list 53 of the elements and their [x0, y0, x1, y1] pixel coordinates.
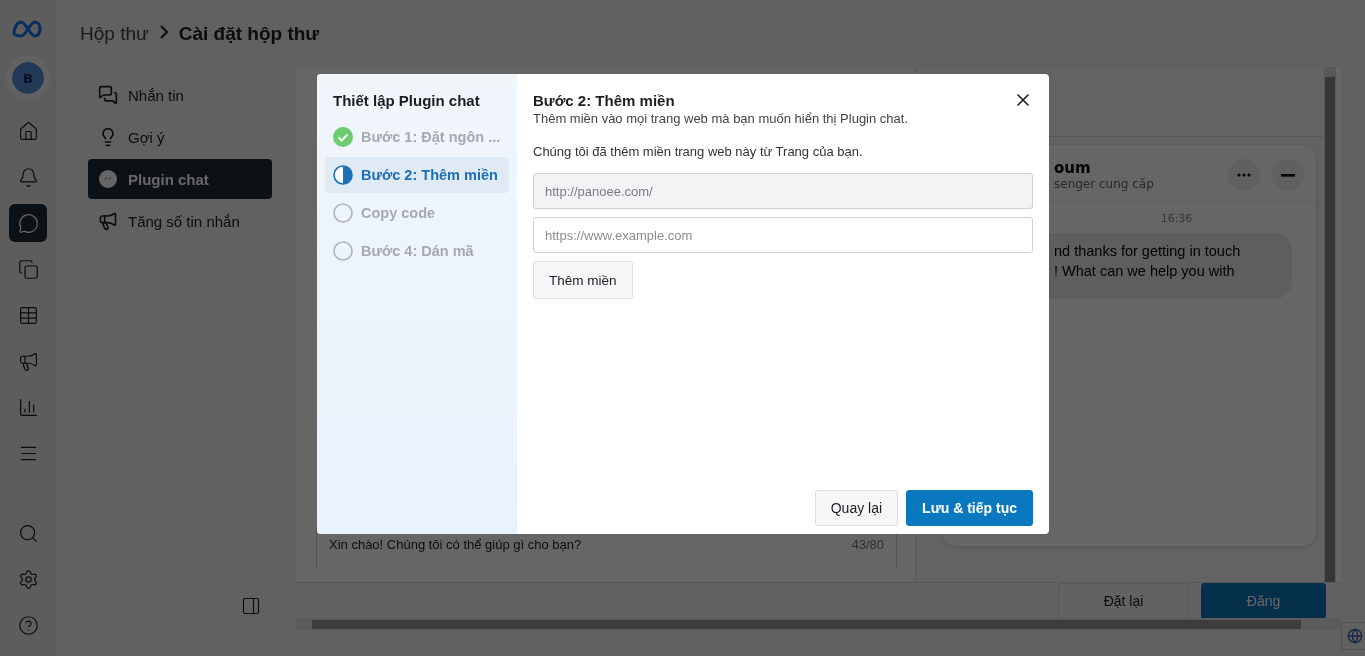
- check-circle-icon: [333, 127, 353, 147]
- publish-button[interactable]: Đăng: [1201, 583, 1326, 619]
- table-icon: [17, 304, 39, 326]
- minus-icon: [1281, 173, 1295, 177]
- chat-title: oum: [1054, 159, 1092, 177]
- chevron-right-icon: [158, 25, 169, 39]
- globe-icon: [1347, 628, 1363, 644]
- more-icon: [1237, 173, 1251, 177]
- menu-item[interactable]: Plugin chat: [88, 159, 272, 199]
- chat-subtitle: senger cung cấp: [1054, 177, 1155, 191]
- half-circle-icon: [333, 165, 353, 185]
- megaphone-icon: [98, 211, 118, 231]
- messenger-icon: [98, 169, 118, 189]
- globe-button[interactable]: [1341, 622, 1365, 650]
- menu-item[interactable]: Nhắn tin: [88, 75, 272, 115]
- reset-button[interactable]: Đặt lại: [1058, 583, 1189, 619]
- search-icon: [17, 522, 39, 544]
- domain-input-field[interactable]: https://www.example.com: [533, 217, 1033, 253]
- empty-circle-icon: [333, 203, 353, 223]
- bar-chart-icon: [17, 396, 39, 418]
- step-item[interactable]: Bước 1: Đặt ngôn ...: [325, 119, 509, 155]
- dialog-subtitle: Thêm miền vào mọi trang web mà bạn muốn hiển thị Plugin chat.: [533, 111, 910, 126]
- chat-bubble-icon: [17, 212, 39, 234]
- dialog-title: Bước 2: Thêm miền: [533, 92, 676, 109]
- empty-circle-icon: [333, 241, 353, 261]
- greeting-text: Xin chào! Chúng tôi có thể giúp gì cho bạn?: [329, 537, 582, 552]
- back-button[interactable]: Quay lại: [814, 490, 899, 526]
- dialog-sidebar-title: Thiết lập Plugin chat: [333, 92, 481, 109]
- nav-button[interactable]: [9, 204, 47, 242]
- step-item[interactable]: Bước 2: Thêm miền: [325, 157, 509, 193]
- settings-icon: [17, 568, 39, 590]
- more-button[interactable]: [1228, 159, 1260, 191]
- breadcrumb-link[interactable]: Hộp thư: [80, 22, 149, 45]
- scrollbar[interactable]: [296, 618, 1341, 630]
- home-icon: [17, 120, 39, 142]
- pages-icon: [17, 258, 39, 280]
- menu-item[interactable]: Tăng số tin nhắn: [88, 201, 272, 241]
- panel-toggle-icon[interactable]: [241, 596, 261, 616]
- scrollbar[interactable]: [1324, 67, 1336, 582]
- message-text: nd thanks for getting in touch: [1054, 242, 1242, 261]
- megaphone-icon: [17, 350, 39, 372]
- save-continue-button[interactable]: Lưu & tiếp tục: [906, 490, 1033, 526]
- bell-icon: [17, 166, 39, 188]
- chat-bubbles-icon: [98, 85, 118, 105]
- step-item[interactable]: Bước 4: Dán mã: [325, 233, 509, 269]
- menu-item[interactable]: Gợi ý: [88, 117, 272, 157]
- step-item[interactable]: Copy code: [325, 195, 509, 231]
- add-domain-button[interactable]: Thêm miền: [533, 261, 633, 299]
- help-icon: [17, 614, 39, 636]
- page-title: Cài đặt hộp thư: [178, 22, 320, 45]
- message-text: ! What can we help you with: [1054, 262, 1236, 281]
- dialog-note: Chúng tôi đã thêm miền trang web này từ Trang của bạn.: [533, 144, 864, 159]
- minimize-button[interactable]: [1272, 159, 1304, 191]
